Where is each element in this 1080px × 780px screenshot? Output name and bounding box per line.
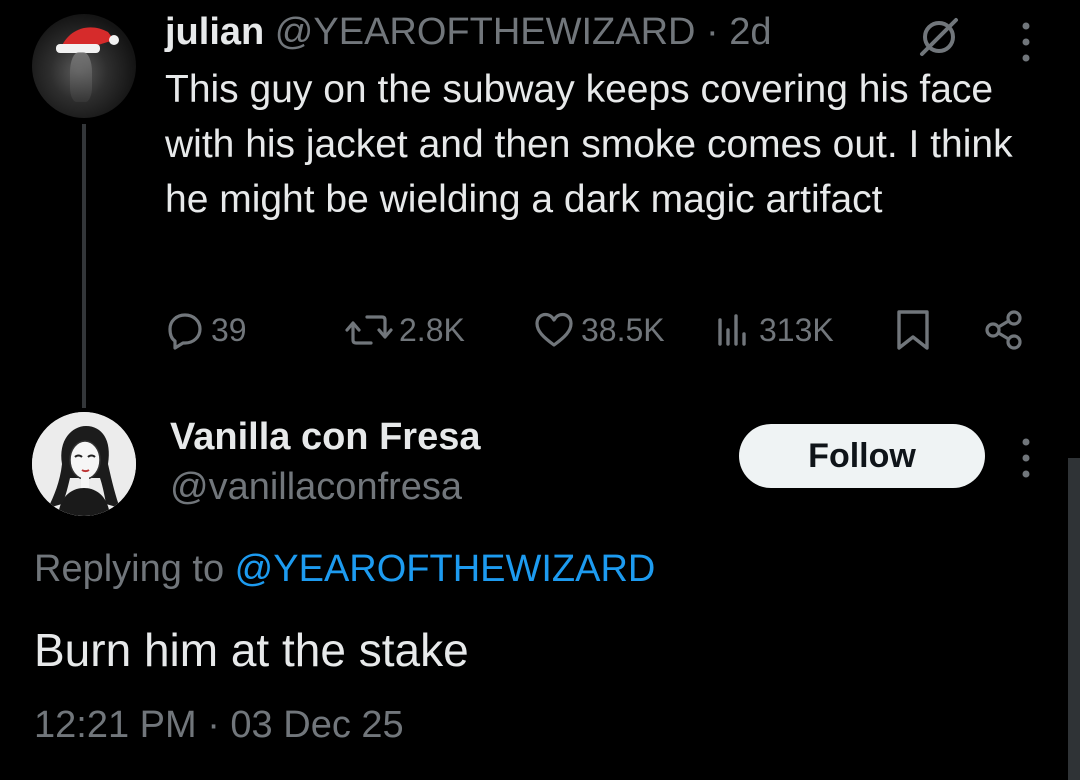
avatar-photo-detail bbox=[70, 52, 92, 102]
scrollbar[interactable] bbox=[1068, 458, 1080, 780]
reply-button[interactable]: 39 bbox=[165, 304, 247, 356]
more-vertical-icon[interactable] bbox=[1018, 20, 1034, 64]
slash-circle-icon[interactable] bbox=[916, 14, 962, 60]
share-icon bbox=[985, 310, 1022, 350]
repost-count: 2.8K bbox=[399, 311, 465, 348]
conversation-view: julian @YEAROFTHEWIZARD · 2d This guy on… bbox=[0, 0, 1080, 780]
heart-icon bbox=[535, 312, 573, 347]
header-separator: · bbox=[695, 11, 730, 53]
tweet-header: julian @YEAROFTHEWIZARD · 2d bbox=[165, 10, 772, 54]
like-count: 38.5K bbox=[581, 311, 665, 348]
bookmark-button[interactable] bbox=[893, 304, 933, 356]
reply-count: 39 bbox=[211, 311, 247, 348]
like-button[interactable]: 38.5K bbox=[533, 304, 665, 356]
avatar-julian[interactable] bbox=[32, 14, 136, 118]
share-button[interactable] bbox=[983, 304, 1025, 356]
author-handle[interactable]: @YEAROFTHEWIZARD bbox=[275, 11, 696, 53]
views-icon bbox=[718, 314, 746, 346]
reply-timestamp[interactable]: 12:21 PM · 03 Dec 25 bbox=[34, 702, 404, 748]
avatar-illustration bbox=[32, 412, 136, 516]
repost-icon bbox=[345, 315, 393, 345]
views-button[interactable]: 313K bbox=[713, 304, 834, 356]
tweet-text: This guy on the subway keeps covering hi… bbox=[165, 68, 1013, 221]
avatar-vanilla[interactable] bbox=[32, 412, 136, 516]
bookmark-icon bbox=[897, 310, 929, 350]
reply-icon bbox=[168, 313, 202, 350]
tweet-age[interactable]: 2d bbox=[729, 11, 771, 53]
more-vertical-icon[interactable] bbox=[1018, 436, 1034, 480]
reply-author-name[interactable]: Vanilla con Fresa bbox=[170, 414, 480, 460]
tweet-action-bar: 39 2.8K 38.5K 313K bbox=[165, 304, 1035, 356]
thread-connector-line bbox=[82, 124, 86, 408]
reply-tweet-text: Burn him at the stake bbox=[34, 624, 469, 676]
replying-to-mention[interactable]: @YEAROFTHEWIZARD bbox=[235, 548, 656, 590]
author-name[interactable]: julian bbox=[165, 11, 264, 53]
replying-to-line: Replying to @YEAROFTHEWIZARD bbox=[34, 546, 655, 592]
reply-author-handle[interactable]: @vanillaconfresa bbox=[170, 464, 462, 510]
view-count: 313K bbox=[759, 311, 834, 348]
santa-hat-icon bbox=[56, 27, 119, 53]
repost-button[interactable]: 2.8K bbox=[345, 304, 465, 356]
replying-prefix: Replying to bbox=[34, 548, 235, 590]
follow-button[interactable]: Follow bbox=[739, 424, 985, 488]
